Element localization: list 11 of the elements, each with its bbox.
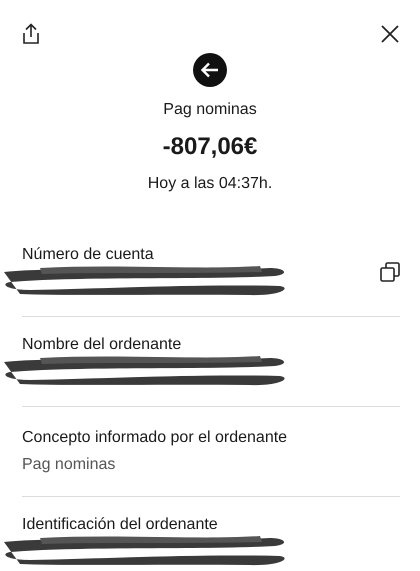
amount: -807,06€	[162, 133, 258, 161]
share-icon[interactable]	[21, 23, 41, 45]
field-label: Identificación del ordenante	[22, 516, 219, 534]
transaction-date: Hoy a las 04:37h.	[148, 175, 272, 193]
copy-icon[interactable]	[380, 262, 400, 282]
field-label: Concepto informado por el ordenante	[22, 429, 288, 447]
field-value: Pag nominas	[22, 456, 116, 474]
field-label: Número de cuenta	[22, 246, 155, 264]
transaction-title: Pag nominas	[163, 101, 257, 119]
field-label: Nombre del ordenante	[22, 336, 182, 354]
close-icon[interactable]	[380, 24, 400, 44]
